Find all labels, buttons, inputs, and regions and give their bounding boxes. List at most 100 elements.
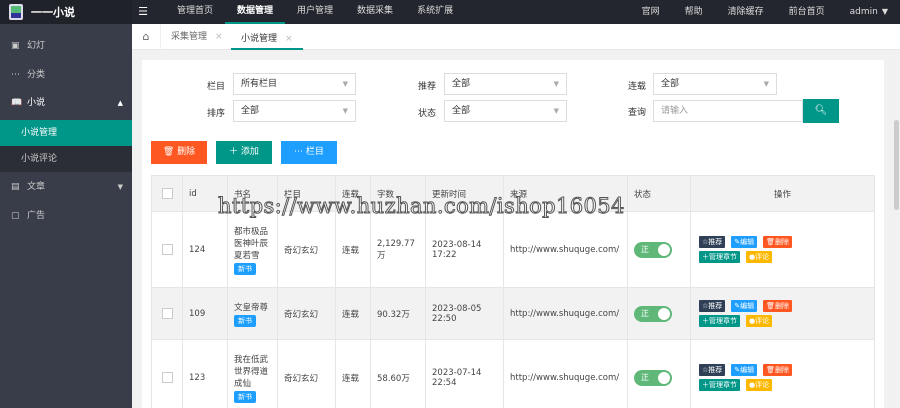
- topnav-collect[interactable]: 数据采集: [345, 0, 405, 24]
- status-toggle[interactable]: 正: [634, 241, 672, 258]
- cell-words: 58.60万: [370, 339, 426, 408]
- cell-source: http://www.shuquge.com/: [503, 211, 628, 288]
- cell-ops: ☆推荐 ✎编辑 🗑︎删除 ＋管理章节 ●评论: [690, 211, 875, 288]
- topnav-users[interactable]: 用户管理: [285, 0, 345, 24]
- doc-icon: ▤: [11, 182, 20, 192]
- row-checkbox[interactable]: [151, 211, 183, 288]
- op-label: 评论: [755, 381, 770, 389]
- row-checkbox[interactable]: [151, 287, 183, 340]
- dots-icon: ⋯: [294, 147, 306, 157]
- filter-sort-select[interactable]: 全部 ▼: [233, 100, 356, 122]
- row-delete-button[interactable]: 🗑︎删除: [763, 236, 793, 248]
- filter-status-label: 状态: [417, 109, 436, 119]
- sidebar-item-slides[interactable]: ▣ 幻灯: [0, 32, 132, 61]
- checkbox-icon: [161, 372, 173, 383]
- status-toggle[interactable]: 正: [634, 369, 672, 386]
- trash-icon: 🗑︎: [766, 366, 776, 374]
- toggle-label: 正: [641, 308, 649, 318]
- watermark: https://www.huzhan.com/ishop16054: [218, 194, 625, 219]
- tab-label: 采集管理: [171, 32, 208, 42]
- op-label: 删除: [775, 302, 790, 310]
- sidebar-item-category[interactable]: ⋯ 分类: [0, 61, 132, 90]
- filter-recommend-label: 推荐: [417, 82, 436, 92]
- user-menu[interactable]: admin ▼: [850, 0, 888, 24]
- filter-sort-label: 排序: [206, 109, 225, 119]
- home-icon[interactable]: ⌂: [132, 24, 161, 50]
- manage-chapters-button[interactable]: ＋管理章节: [699, 251, 740, 263]
- cell-serial: 连载: [335, 339, 371, 408]
- sidebar-sub-novel-comments[interactable]: 小说评论: [0, 146, 132, 172]
- sidebar-item-article[interactable]: ▤ 文章 ▼: [0, 173, 132, 202]
- chevron-down-icon: ▼: [117, 183, 123, 191]
- topright-official[interactable]: 官网: [642, 0, 660, 24]
- sidebar-item-label: 小说: [27, 98, 46, 108]
- book-title[interactable]: 我在低武世界得道成仙: [234, 353, 271, 389]
- scrollbar[interactable]: [893, 60, 900, 408]
- row-delete-button[interactable]: 🗑︎删除: [763, 300, 793, 312]
- delete-button[interactable]: 🗑︎ 删除: [151, 141, 207, 164]
- recommend-button[interactable]: ☆推荐: [699, 300, 726, 312]
- search-button[interactable]: 🔍︎: [803, 99, 839, 123]
- sidebar-item-label: 幻灯: [27, 41, 46, 51]
- filter-recommend-select[interactable]: 全部 ▼: [444, 73, 567, 95]
- cell-id: 124: [182, 211, 228, 288]
- filter-serial-select[interactable]: 全部 ▼: [653, 73, 777, 95]
- topnav-extend[interactable]: 系统扩展: [405, 0, 465, 24]
- topnav-data[interactable]: 数据管理: [225, 0, 286, 24]
- sidebar-sub-label: 小说管理: [21, 128, 58, 138]
- sidebar-item-ads[interactable]: ▢ 广告: [0, 202, 132, 231]
- trash-icon: 🗑︎: [766, 238, 776, 246]
- manage-chapters-button[interactable]: ＋管理章节: [699, 379, 740, 391]
- recommend-button[interactable]: ☆推荐: [699, 236, 726, 248]
- recommend-button[interactable]: ☆推荐: [699, 364, 726, 376]
- column-button[interactable]: ⋯ 栏目: [281, 141, 337, 164]
- tab-collect[interactable]: 采集管理 ×: [161, 24, 233, 50]
- menu-toggle-icon[interactable]: ☰: [135, 4, 151, 20]
- select-value: 全部: [452, 79, 471, 89]
- scrollbar-thumb[interactable]: [894, 120, 899, 210]
- op-label: 推荐: [708, 238, 723, 246]
- op-label: 管理章节: [709, 317, 737, 325]
- filter-status-select[interactable]: 全部 ▼: [444, 100, 567, 122]
- add-button-label: 添加: [240, 147, 259, 157]
- cell-serial: 连载: [335, 287, 371, 340]
- book-title[interactable]: 文皇帝尊: [234, 301, 271, 313]
- logo[interactable]: 一一小说: [0, 0, 132, 24]
- edit-button[interactable]: ✎编辑: [731, 300, 758, 312]
- filter-column-select[interactable]: 所有栏目 ▼: [233, 73, 356, 95]
- cell-words: 90.32万: [370, 287, 426, 340]
- edit-button[interactable]: ✎编辑: [731, 364, 758, 376]
- comments-button[interactable]: ●评论: [746, 379, 773, 391]
- tabs-bar: ⌂ 采集管理 × 小说管理 ×: [132, 24, 900, 50]
- topright-clear-cache[interactable]: 清除缓存: [728, 0, 764, 24]
- comments-button[interactable]: ●评论: [746, 315, 773, 327]
- topnav-home[interactable]: 管理首页: [165, 0, 225, 24]
- tab-novel-manage[interactable]: 小说管理 ×: [231, 24, 303, 50]
- close-icon[interactable]: ×: [215, 32, 223, 42]
- topright-frontend[interactable]: 前台首页: [789, 0, 825, 24]
- status-toggle[interactable]: 正: [634, 305, 672, 322]
- comments-button[interactable]: ●评论: [746, 251, 773, 263]
- chevron-down-icon: ▼: [553, 107, 559, 115]
- add-button[interactable]: ＋ 添加: [216, 141, 272, 164]
- select-all-checkbox[interactable]: [151, 175, 183, 212]
- user-name: admin: [849, 7, 878, 17]
- chevron-up-icon: ▲: [117, 99, 123, 107]
- book-title[interactable]: 都市极品医神叶辰夏若雪: [234, 225, 271, 261]
- cell-serial: 连载: [335, 211, 371, 288]
- logo-icon: [9, 4, 23, 20]
- cell-updated: 2023-08-14 17:22: [425, 211, 504, 288]
- chevron-down-icon: ▼: [342, 80, 348, 88]
- sidebar-sub-novel-manage[interactable]: 小说管理: [0, 120, 132, 146]
- row-checkbox[interactable]: [151, 339, 183, 408]
- manage-chapters-button[interactable]: ＋管理章节: [699, 315, 740, 327]
- sidebar: ▣ 幻灯 ⋯ 分类 📖 小说 ▲ 小说管理 小说评论 ▤ 文章 ▼ ▢ 广告: [0, 24, 132, 408]
- edit-button[interactable]: ✎编辑: [731, 236, 758, 248]
- topright-help[interactable]: 帮助: [685, 0, 703, 24]
- cell-ops: ☆推荐 ✎编辑 🗑︎删除 ＋管理章节 ●评论: [690, 287, 875, 340]
- trash-icon: 🗑︎: [766, 302, 776, 310]
- row-delete-button[interactable]: 🗑︎删除: [763, 364, 793, 376]
- sidebar-item-novel[interactable]: 📖 小说 ▲: [0, 89, 132, 118]
- search-input[interactable]: 请输入: [653, 100, 803, 122]
- close-icon[interactable]: ×: [285, 34, 293, 44]
